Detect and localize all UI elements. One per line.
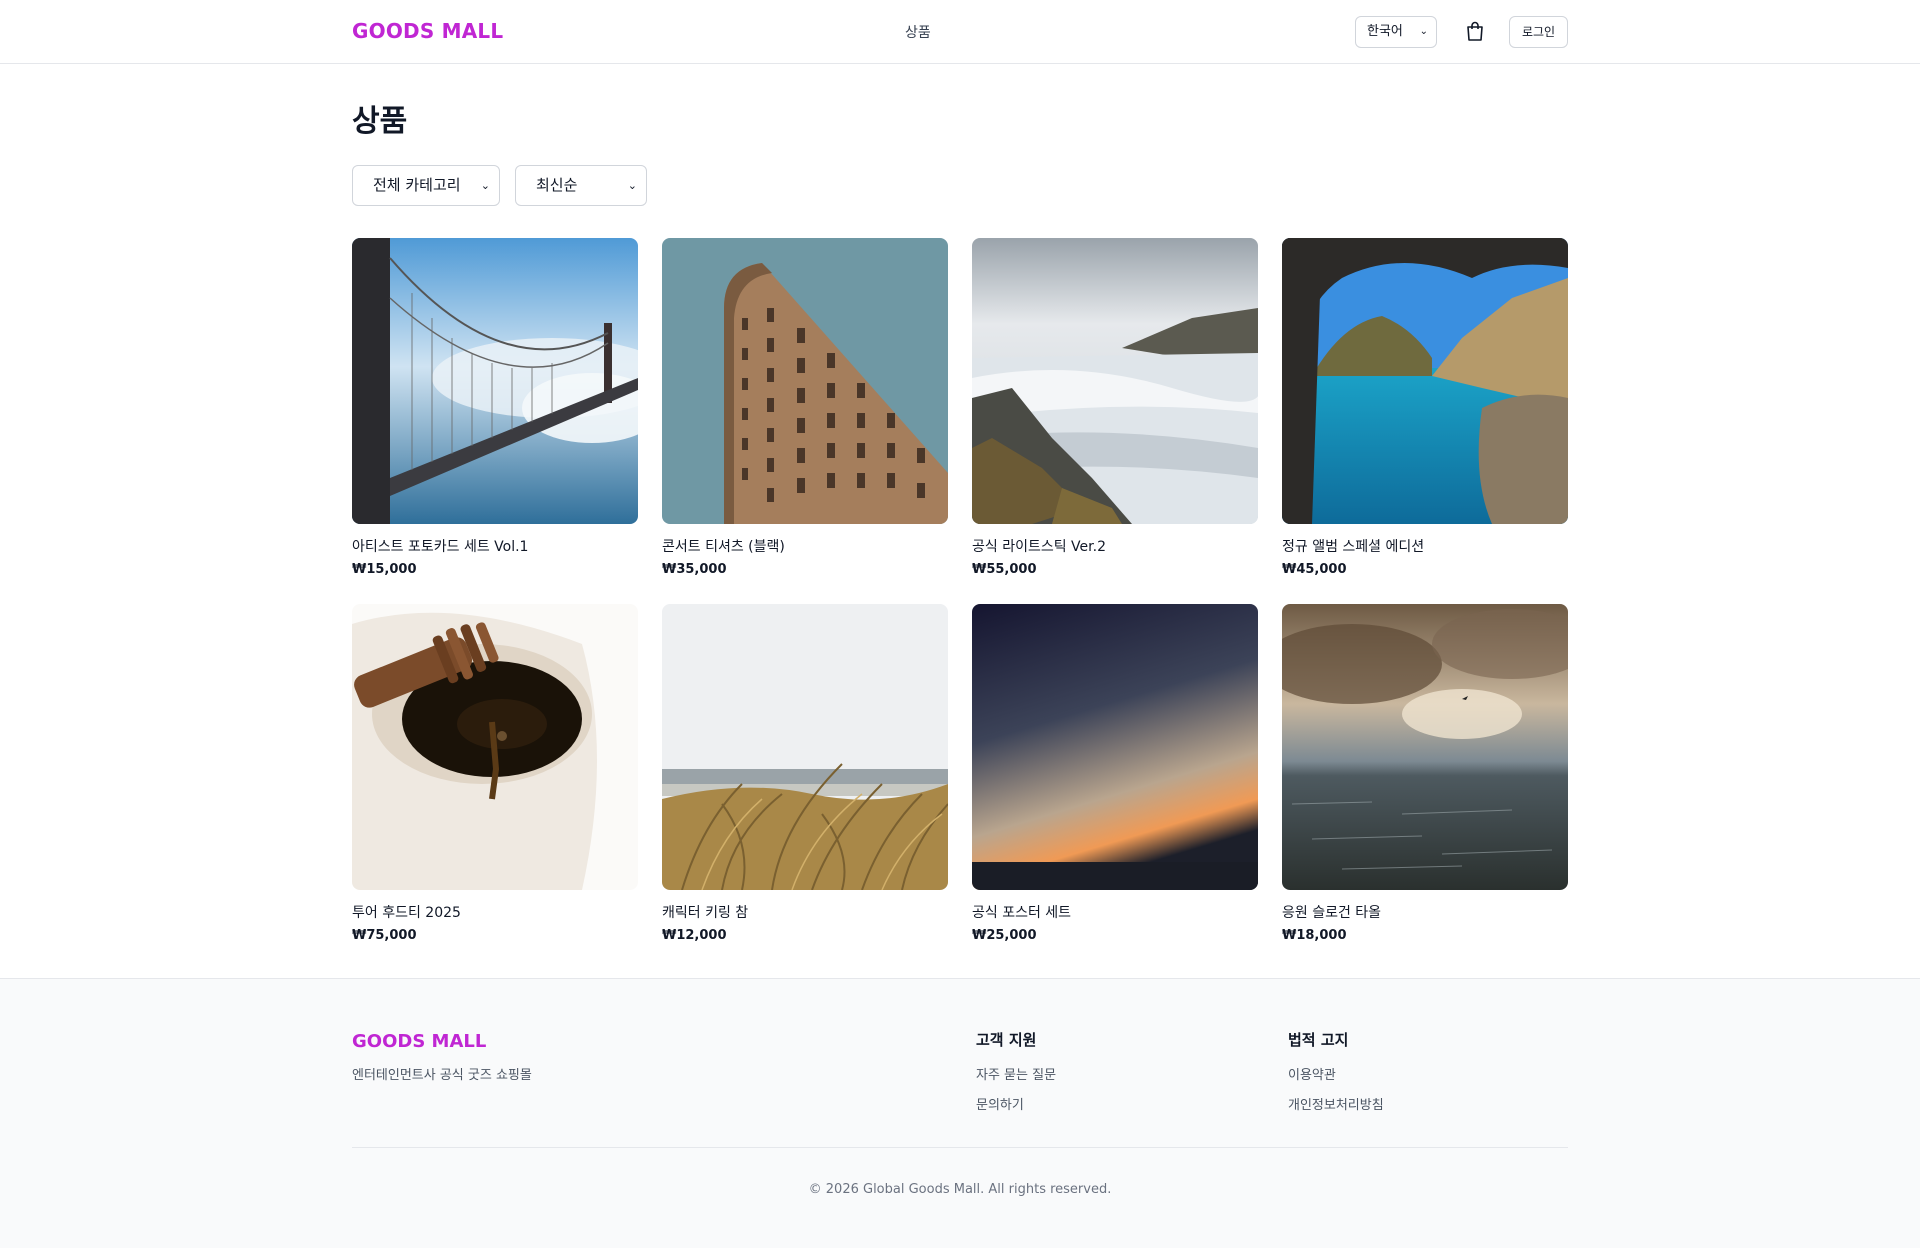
chevron-down-icon: ⌄ <box>627 179 637 192</box>
product-name[interactable]: 응원 슬로건 타올 <box>1282 902 1568 922</box>
copyright: © 2026 Global Goods Mall. All rights res… <box>808 1182 1112 1197</box>
sort-select[interactable]: 최신순 ⌄ <box>515 165 647 206</box>
product-card[interactable]: 공식 라이트스틱 Ver.2 ₩55,000 <box>972 238 1258 577</box>
product-image[interactable] <box>662 604 948 890</box>
site-logo[interactable]: GOODS MALL <box>352 19 503 43</box>
product-image[interactable] <box>1282 604 1568 890</box>
contact-link[interactable]: 문의하기 <box>976 1094 1056 1113</box>
page-title: 상품 <box>352 104 408 139</box>
chevron-down-icon: ⌄ <box>480 179 490 192</box>
site-footer: GOODS MALL 엔터테인먼트사 공식 굿즈 쇼핑몰 고객 지원 자주 묻는… <box>0 978 1920 1248</box>
product-name[interactable]: 공식 라이트스틱 Ver.2 <box>972 536 1258 556</box>
product-price: ₩15,000 <box>352 562 417 577</box>
footer-support-title: 고객 지원 <box>976 1031 1037 1049</box>
shopping-bag-icon[interactable] <box>1464 20 1486 42</box>
footer-tagline: 엔터테인먼트사 공식 굿즈 쇼핑몰 <box>352 1068 532 1083</box>
product-price: ₩18,000 <box>1282 928 1347 943</box>
faq-link[interactable]: 자주 묻는 질문 <box>976 1064 1056 1083</box>
product-card[interactable]: 투어 후드티 2025 ₩75,000 <box>352 604 638 943</box>
product-image[interactable] <box>352 604 638 890</box>
nav-products-link[interactable]: 상품 <box>905 22 931 42</box>
privacy-link[interactable]: 개인정보처리방침 <box>1288 1094 1384 1113</box>
category-filter-select[interactable]: 전체 카테고리 ⌄ <box>352 165 500 206</box>
product-image[interactable] <box>1282 238 1568 524</box>
product-image[interactable] <box>352 238 638 524</box>
product-card[interactable]: 콘서트 티셔츠 (블랙) ₩35,000 <box>662 238 948 577</box>
product-image[interactable] <box>662 238 948 524</box>
product-name[interactable]: 투어 후드티 2025 <box>352 902 638 922</box>
product-card[interactable]: 캐릭터 키링 참 ₩12,000 <box>662 604 948 943</box>
product-price: ₩12,000 <box>662 928 727 943</box>
product-name[interactable]: 아티스트 포토카드 세트 Vol.1 <box>352 536 638 556</box>
footer-logo: GOODS MALL <box>352 1031 487 1052</box>
product-card[interactable]: 공식 포스터 세트 ₩25,000 <box>972 604 1258 943</box>
product-image[interactable] <box>972 238 1258 524</box>
sort-value: 최신순 <box>536 176 578 194</box>
product-name[interactable]: 콘서트 티셔츠 (블랙) <box>662 536 948 556</box>
product-name[interactable]: 공식 포스터 세트 <box>972 902 1258 922</box>
product-price: ₩45,000 <box>1282 562 1347 577</box>
language-select[interactable]: 한국어 ⌄ <box>1355 16 1437 48</box>
product-name[interactable]: 정규 앨범 스페셜 에디션 <box>1282 536 1568 556</box>
site-header: GOODS MALL 상품 한국어 ⌄ 로그인 <box>0 0 1920 64</box>
footer-legal-column: 법적 고지 이용약관 개인정보처리방침 <box>1288 1029 1384 1124</box>
product-price: ₩35,000 <box>662 562 727 577</box>
product-price: ₩25,000 <box>972 928 1037 943</box>
product-card[interactable]: 아티스트 포토카드 세트 Vol.1 ₩15,000 <box>352 238 638 577</box>
product-card[interactable]: 응원 슬로건 타올 ₩18,000 <box>1282 604 1568 943</box>
product-image[interactable] <box>972 604 1258 890</box>
product-price: ₩75,000 <box>352 928 417 943</box>
category-filter-value: 전체 카테고리 <box>373 176 461 194</box>
login-button[interactable]: 로그인 <box>1509 16 1568 48</box>
footer-support-column: 고객 지원 자주 묻는 질문 문의하기 <box>976 1029 1056 1124</box>
product-name[interactable]: 캐릭터 키링 참 <box>662 902 948 922</box>
chevron-down-icon: ⌄ <box>1419 26 1428 37</box>
product-card[interactable]: 정규 앨범 스페셜 에디션 ₩45,000 <box>1282 238 1568 577</box>
terms-link[interactable]: 이용약관 <box>1288 1064 1384 1083</box>
footer-divider <box>352 1147 1568 1148</box>
product-price: ₩55,000 <box>972 562 1037 577</box>
language-select-value: 한국어 <box>1367 24 1403 39</box>
footer-legal-title: 법적 고지 <box>1288 1031 1349 1049</box>
